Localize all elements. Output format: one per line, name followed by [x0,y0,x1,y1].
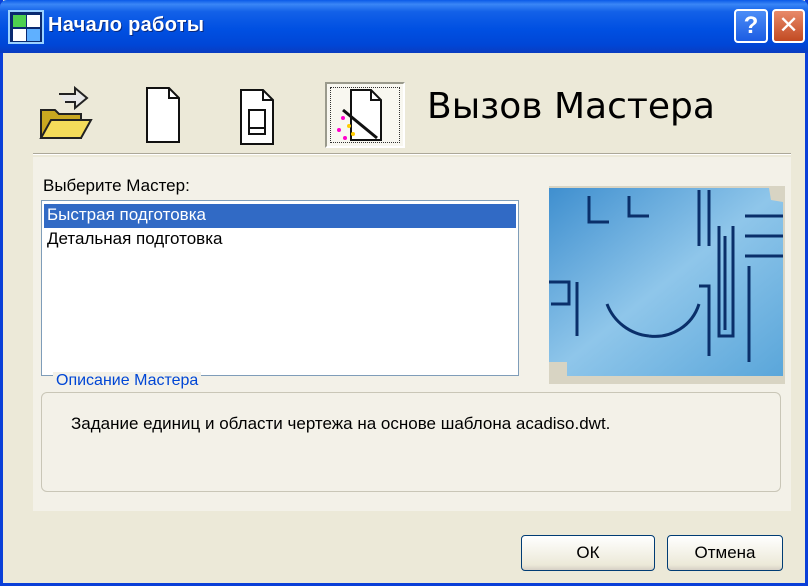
page-heading: Вызов Мастера [427,86,715,127]
wizard-listbox[interactable]: Быстрая подготовка Детальная подготовка [41,200,519,376]
use-template-icon[interactable] [237,84,281,148]
open-drawing-icon[interactable] [37,84,93,148]
close-button[interactable]: ✕ [772,9,805,43]
description-legend: Описание Мастера [53,372,202,390]
app-icon [8,10,44,44]
wizard-preview-image [549,186,785,384]
dialog-window: Начало работы ? ✕ Вызов Мастера Выберите… [0,0,808,586]
cancel-button[interactable]: Отмена [667,535,783,571]
help-button[interactable]: ? [734,9,768,43]
window-title: Начало работы [48,14,205,36]
header-divider [33,153,791,155]
ok-button[interactable]: ОК [521,535,655,571]
wizard-option-quick[interactable]: Быстрая подготовка [44,204,516,228]
wizard-option-advanced[interactable]: Детальная подготовка [44,228,516,252]
description-text: Задание единиц и области чертежа на осно… [71,414,611,433]
start-from-scratch-icon[interactable] [143,84,183,148]
wizard-icon[interactable] [325,82,405,148]
wizard-list-label: Выберите Мастер: [43,176,190,195]
title-bar[interactable]: Начало работы ? ✕ [0,0,808,53]
description-group [41,392,781,492]
